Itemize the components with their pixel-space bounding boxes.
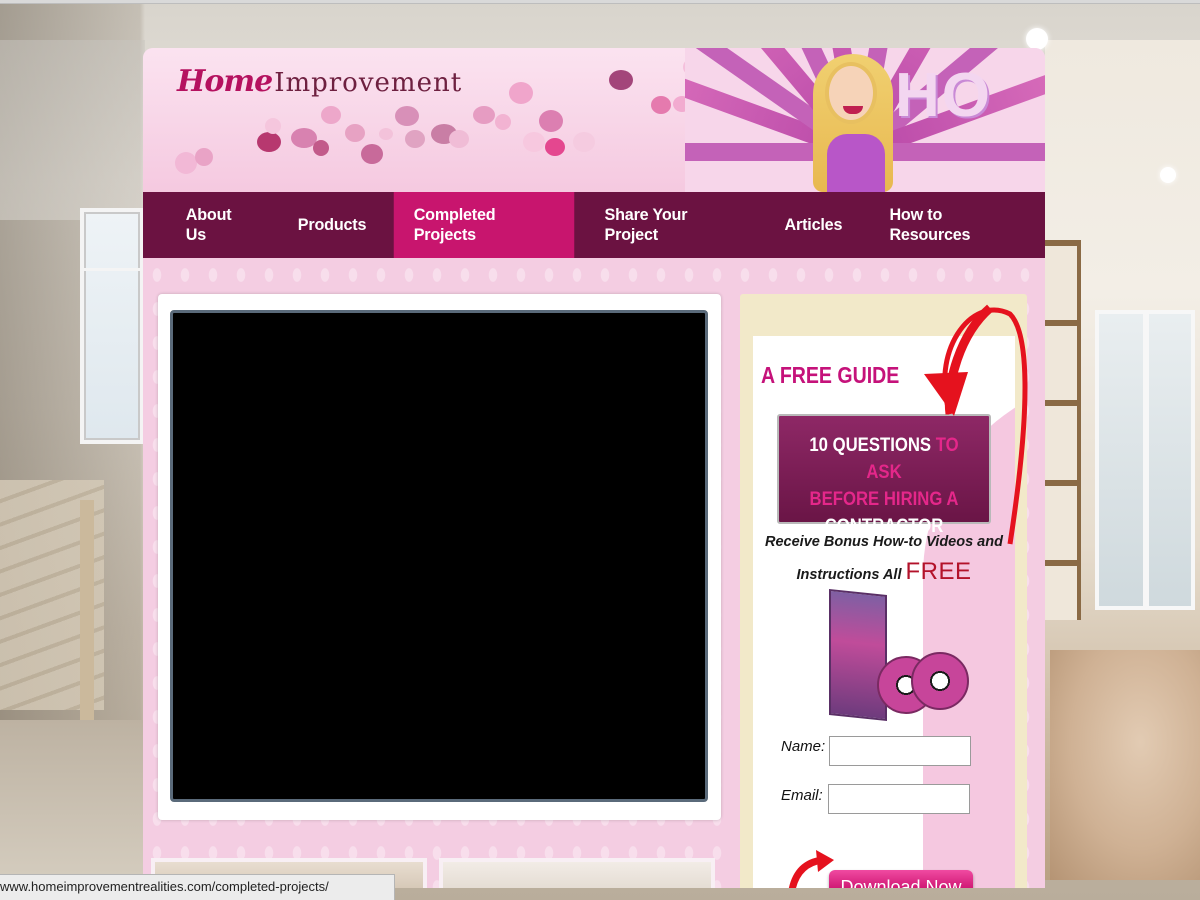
- free-guide-title: A FREE GUIDE: [761, 362, 900, 388]
- background-floor-left: [0, 720, 145, 880]
- decorative-bubble: [509, 82, 533, 104]
- decorative-bubble: [257, 132, 281, 152]
- main-nav: About Us Products Completed Projects Sha…: [143, 192, 1045, 258]
- background-door-right: [1095, 310, 1195, 610]
- name-field[interactable]: [829, 736, 971, 766]
- decorative-bubble: [313, 140, 329, 156]
- decorative-bubble: [265, 118, 281, 134]
- site-logo[interactable]: Home Improvement: [177, 64, 462, 99]
- background-sofa: [1050, 650, 1200, 880]
- logo-home-text: Home: [177, 64, 273, 99]
- page-container: Home Improvement HO About Us Products Co…: [143, 48, 1045, 888]
- decorative-bubble: [523, 132, 545, 152]
- decorative-bubble: [405, 130, 425, 148]
- red-arrow-icon: [788, 850, 834, 888]
- guide-book-cover: [829, 588, 887, 722]
- header-girl-illustration: HO: [685, 48, 1045, 192]
- email-label: Email:: [781, 787, 823, 804]
- decorative-bubble: [495, 114, 511, 130]
- decorative-bubble: [345, 124, 365, 142]
- nav-item-about-us[interactable]: About Us: [166, 192, 273, 258]
- decorative-bubble: [195, 148, 213, 166]
- site-header: Home Improvement HO: [143, 48, 1045, 192]
- project-thumbnail[interactable]: [439, 858, 715, 888]
- video-player[interactable]: [170, 310, 708, 802]
- video-frame: [158, 294, 721, 820]
- decorative-bubble: [395, 106, 419, 126]
- decorative-bubble: [573, 132, 595, 152]
- header-banner-text: HO: [895, 61, 992, 130]
- decorative-bubble: [473, 106, 495, 124]
- decorative-bubble: [609, 70, 633, 90]
- decorative-bubble: [545, 138, 565, 156]
- decorative-bubble: [321, 106, 341, 124]
- background-rail: [80, 500, 94, 720]
- browser-top-edge: [0, 0, 1200, 4]
- red-arrow-icon: [924, 304, 1028, 545]
- bonus-free-text: FREE: [905, 558, 972, 585]
- logo-improvement-text: Improvement: [274, 68, 463, 98]
- nav-item-products[interactable]: Products: [278, 192, 386, 258]
- dvd-disc-icon: [911, 652, 969, 710]
- background-wall-left: [0, 40, 145, 220]
- nav-item-share-your-project[interactable]: Share Your Project: [584, 192, 757, 258]
- ceiling-light: [1026, 28, 1048, 50]
- product-image: [815, 586, 969, 726]
- background-window-left: [80, 208, 144, 444]
- decorative-bubble: [539, 110, 563, 132]
- email-field[interactable]: [828, 784, 970, 814]
- nav-item-articles[interactable]: Articles: [765, 192, 863, 258]
- optin-sidebar: A FREE GUIDE 10 QUESTIONS TO ASK BEFORE …: [740, 294, 1028, 888]
- nav-item-completed-projects[interactable]: Completed Projects: [394, 192, 575, 258]
- name-label: Name:: [781, 738, 826, 755]
- background-shelf: [1045, 240, 1081, 620]
- decorative-bubble: [449, 130, 469, 148]
- ceiling-light: [1160, 167, 1176, 183]
- decorative-bubble: [651, 96, 671, 114]
- browser-status-bar: www.homeimprovementrealities.com/complet…: [0, 874, 395, 900]
- download-now-button[interactable]: Download Now: [829, 870, 973, 888]
- main-content: A FREE GUIDE 10 QUESTIONS TO ASK BEFORE …: [143, 258, 1045, 888]
- decorative-bubble: [175, 152, 197, 174]
- decorative-bubble: [379, 128, 393, 140]
- nav-item-how-to-resources[interactable]: How to Resources: [870, 192, 1041, 258]
- decorative-bubble: [361, 144, 383, 164]
